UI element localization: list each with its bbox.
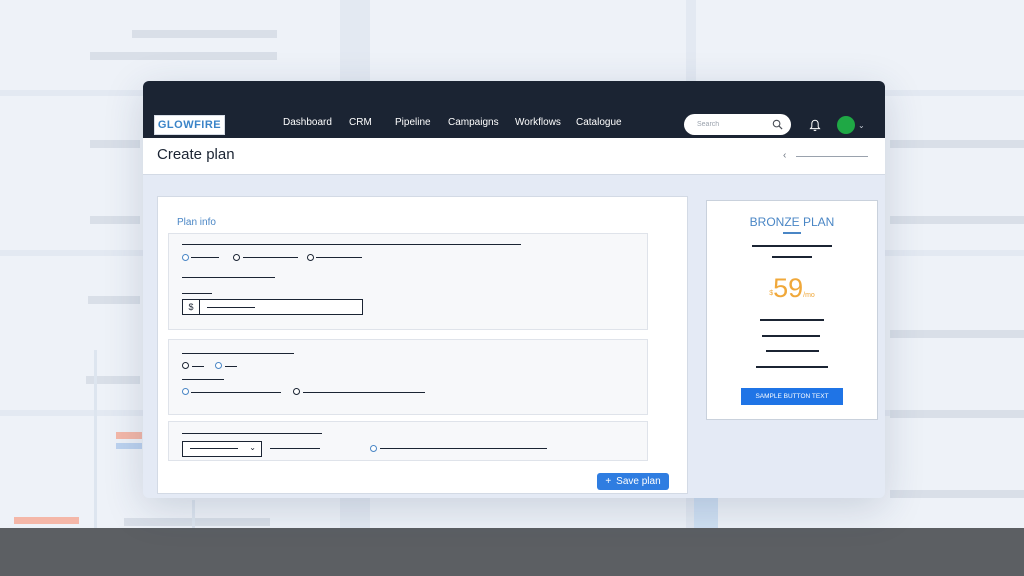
page-title: Create plan	[157, 146, 235, 163]
field-label-placeholder	[182, 293, 212, 294]
field-label-placeholder	[182, 433, 322, 434]
chevron-down-icon: ⌄	[249, 443, 256, 452]
field-label-placeholder	[182, 353, 294, 354]
field-label-placeholder	[182, 379, 224, 380]
radio-option[interactable]	[307, 254, 314, 261]
radio-label-placeholder	[243, 257, 298, 258]
plan-price: $59/mo	[707, 273, 877, 304]
radio-option[interactable]	[215, 362, 222, 369]
nav-item-dashboard[interactable]: Dashboard	[283, 117, 332, 128]
plan-feature-placeholder	[760, 319, 824, 321]
plan-name: BRONZE PLAN	[749, 215, 835, 229]
nav-item-pipeline[interactable]: Pipeline	[395, 117, 431, 128]
radio-option[interactable]	[370, 445, 377, 452]
radio-option[interactable]	[182, 388, 189, 395]
bottom-overlay-band	[0, 528, 1024, 576]
input-value-placeholder	[207, 307, 255, 308]
radio-label-placeholder	[191, 392, 281, 393]
save-plan-button[interactable]: + Save plan	[597, 473, 669, 490]
field-label-placeholder	[182, 244, 521, 245]
app-window: GLOWFIRE Dashboard CRM Pipeline Campaign…	[143, 81, 885, 498]
radio-label-placeholder	[380, 448, 547, 449]
form-section-3: ⌄	[168, 421, 648, 461]
search-bar	[684, 114, 791, 135]
radio-label-placeholder	[316, 257, 362, 258]
form-section-2	[168, 339, 648, 415]
plan-feature-placeholder	[766, 350, 819, 352]
page-header: Create plan ‹	[143, 138, 885, 175]
section-title: Plan info	[177, 217, 216, 228]
radio-option[interactable]	[293, 388, 300, 395]
radio-option[interactable]	[182, 254, 189, 261]
nav-item-catalogue[interactable]: Catalogue	[576, 117, 622, 128]
nav-item-campaigns[interactable]: Campaigns	[448, 117, 499, 128]
plan-feature-placeholder	[762, 335, 820, 337]
plan-text-placeholder	[772, 256, 812, 258]
field-label-placeholder	[270, 448, 320, 449]
dropdown-select[interactable]: ⌄	[182, 441, 262, 457]
search-input[interactable]	[697, 121, 771, 128]
radio-label-placeholder	[303, 392, 425, 393]
price-input[interactable]: $	[182, 299, 363, 315]
search-icon[interactable]	[772, 119, 783, 130]
top-navbar: GLOWFIRE Dashboard CRM Pipeline Campaign…	[143, 81, 885, 138]
select-value-placeholder	[190, 448, 238, 449]
plan-form: Plan info $ ⌄	[157, 196, 688, 494]
plan-text-placeholder	[752, 245, 832, 247]
price-period: /mo	[803, 292, 815, 299]
bell-icon[interactable]	[809, 119, 821, 132]
price-amount: 59	[773, 273, 804, 303]
field-label-placeholder	[182, 277, 275, 278]
radio-option[interactable]	[233, 254, 240, 261]
user-avatar[interactable]	[837, 116, 855, 134]
plan-cta-button[interactable]: SAMPLE BUTTON TEXT	[741, 388, 843, 405]
plus-icon: +	[605, 476, 612, 487]
app-logo[interactable]: GLOWFIRE	[154, 115, 225, 135]
radio-label-placeholder	[225, 366, 237, 367]
radio-label-placeholder	[192, 366, 204, 367]
nav-item-workflows[interactable]: Workflows	[515, 117, 561, 128]
nav-item-crm[interactable]: CRM	[349, 117, 372, 128]
currency-symbol: $	[183, 300, 200, 314]
radio-option[interactable]	[182, 362, 189, 369]
breadcrumb-placeholder	[796, 156, 868, 157]
plan-preview-card: BRONZE PLAN $59/mo SAMPLE BUTTON TEXT	[706, 200, 878, 420]
plan-feature-placeholder	[756, 366, 828, 368]
radio-label-placeholder	[191, 257, 219, 258]
form-section-1: $	[168, 233, 648, 330]
chevron-left-icon[interactable]: ‹	[783, 150, 786, 161]
plan-name-underline	[783, 232, 801, 234]
save-plan-label: Save plan	[616, 476, 661, 487]
chevron-down-icon[interactable]: ⌄	[858, 121, 865, 130]
